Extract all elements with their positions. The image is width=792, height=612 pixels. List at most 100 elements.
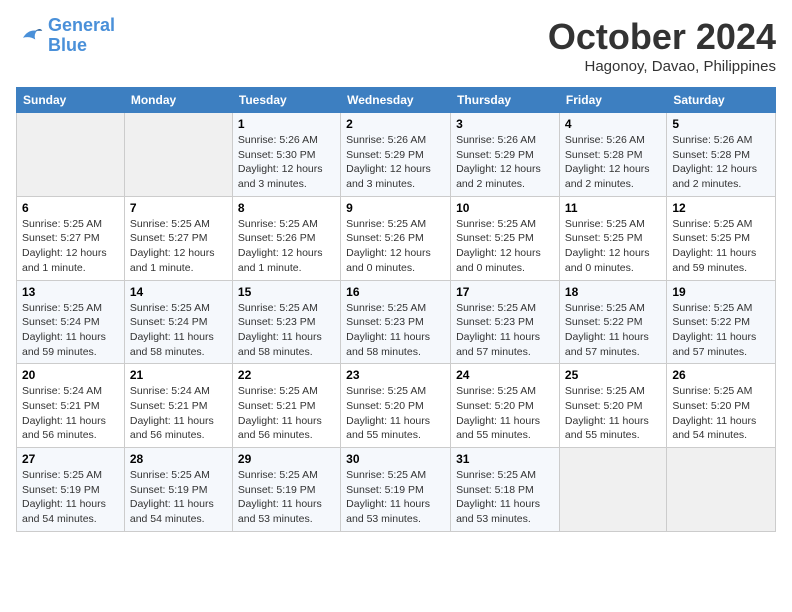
page-header: GeneralBlue October 2024 Hagonoy, Davao,…: [16, 16, 776, 75]
day-info: Sunrise: 5:25 AM Sunset: 5:20 PM Dayligh…: [456, 384, 554, 443]
day-info: Sunrise: 5:25 AM Sunset: 5:18 PM Dayligh…: [456, 468, 554, 527]
day-info: Sunrise: 5:25 AM Sunset: 5:19 PM Dayligh…: [346, 468, 445, 527]
day-info: Sunrise: 5:26 AM Sunset: 5:30 PM Dayligh…: [238, 133, 335, 192]
day-info: Sunrise: 5:25 AM Sunset: 5:20 PM Dayligh…: [565, 384, 661, 443]
calendar-cell: 3 Sunrise: 5:26 AM Sunset: 5:29 PM Daylig…: [451, 113, 560, 197]
month-title: October 2024: [548, 16, 776, 58]
day-number: 24: [456, 368, 554, 382]
day-number: 29: [238, 452, 335, 466]
day-info: Sunrise: 5:25 AM Sunset: 5:24 PM Dayligh…: [22, 301, 119, 360]
calendar-cell: 20 Sunrise: 5:24 AM Sunset: 5:21 PM Dayli…: [17, 364, 125, 448]
calendar-cell: 29Sunrise: 5:25 AM Sunset: 5:19 PM Dayli…: [232, 448, 340, 532]
calendar-cell: 10Sunrise: 5:25 AM Sunset: 5:25 PM Dayli…: [451, 196, 560, 280]
day-info: Sunrise: 5:25 AM Sunset: 5:20 PM Dayligh…: [346, 384, 445, 443]
weekday-header-tuesday: Tuesday: [232, 88, 340, 113]
day-info: Sunrise: 5:25 AM Sunset: 5:26 PM Dayligh…: [346, 217, 445, 276]
day-info: Sunrise: 5:24 AM Sunset: 5:21 PM Dayligh…: [22, 384, 119, 443]
calendar-cell: 30 Sunrise: 5:25 AM Sunset: 5:19 PM Dayli…: [341, 448, 451, 532]
day-number: 15: [238, 285, 335, 299]
day-number: 6: [22, 201, 119, 215]
calendar-cell: 9 Sunrise: 5:25 AM Sunset: 5:26 PM Daylig…: [341, 196, 451, 280]
day-info: Sunrise: 5:25 AM Sunset: 5:27 PM Dayligh…: [130, 217, 227, 276]
day-number: 7: [130, 201, 227, 215]
location: Hagonoy, Davao, Philippines: [548, 58, 776, 75]
day-info: Sunrise: 5:26 AM Sunset: 5:28 PM Dayligh…: [672, 133, 770, 192]
calendar-cell: 25 Sunrise: 5:25 AM Sunset: 5:20 PM Dayli…: [559, 364, 666, 448]
day-info: Sunrise: 5:26 AM Sunset: 5:29 PM Dayligh…: [346, 133, 445, 192]
day-info: Sunrise: 5:25 AM Sunset: 5:25 PM Dayligh…: [565, 217, 661, 276]
day-info: Sunrise: 5:25 AM Sunset: 5:24 PM Dayligh…: [130, 301, 227, 360]
calendar-cell: 28Sunrise: 5:25 AM Sunset: 5:19 PM Dayli…: [124, 448, 232, 532]
calendar-cell: 19Sunrise: 5:25 AM Sunset: 5:22 PM Dayli…: [667, 280, 776, 364]
calendar-cell: [667, 448, 776, 532]
calendar-cell: [124, 113, 232, 197]
weekday-header-wednesday: Wednesday: [341, 88, 451, 113]
calendar-week-3: 13Sunrise: 5:25 AM Sunset: 5:24 PM Dayli…: [17, 280, 776, 364]
day-number: 27: [22, 452, 119, 466]
day-number: 28: [130, 452, 227, 466]
day-info: Sunrise: 5:25 AM Sunset: 5:23 PM Dayligh…: [346, 301, 445, 360]
calendar-cell: 24 Sunrise: 5:25 AM Sunset: 5:20 PM Dayli…: [451, 364, 560, 448]
calendar-cell: 7 Sunrise: 5:25 AM Sunset: 5:27 PM Daylig…: [124, 196, 232, 280]
day-number: 12: [672, 201, 770, 215]
day-number: 20: [22, 368, 119, 382]
weekday-header-friday: Friday: [559, 88, 666, 113]
day-info: Sunrise: 5:25 AM Sunset: 5:23 PM Dayligh…: [238, 301, 335, 360]
calendar-cell: 26Sunrise: 5:25 AM Sunset: 5:20 PM Dayli…: [667, 364, 776, 448]
calendar-cell: 22 Sunrise: 5:25 AM Sunset: 5:21 PM Dayli…: [232, 364, 340, 448]
calendar-cell: [559, 448, 666, 532]
day-number: 18: [565, 285, 661, 299]
calendar-week-1: 1 Sunrise: 5:26 AM Sunset: 5:30 PM Daylig…: [17, 113, 776, 197]
day-info: Sunrise: 5:25 AM Sunset: 5:25 PM Dayligh…: [672, 217, 770, 276]
calendar-cell: 14Sunrise: 5:25 AM Sunset: 5:24 PM Dayli…: [124, 280, 232, 364]
calendar-cell: 1 Sunrise: 5:26 AM Sunset: 5:30 PM Daylig…: [232, 113, 340, 197]
day-info: Sunrise: 5:25 AM Sunset: 5:25 PM Dayligh…: [456, 217, 554, 276]
day-number: 19: [672, 285, 770, 299]
calendar-cell: 12 Sunrise: 5:25 AM Sunset: 5:25 PM Dayli…: [667, 196, 776, 280]
calendar-cell: 11 Sunrise: 5:25 AM Sunset: 5:25 PM Dayli…: [559, 196, 666, 280]
day-number: 30: [346, 452, 445, 466]
weekday-header-row: SundayMondayTuesdayWednesdayThursdayFrid…: [17, 88, 776, 113]
calendar-week-5: 27 Sunrise: 5:25 AM Sunset: 5:19 PM Dayli…: [17, 448, 776, 532]
day-info: Sunrise: 5:24 AM Sunset: 5:21 PM Dayligh…: [130, 384, 227, 443]
day-info: Sunrise: 5:25 AM Sunset: 5:26 PM Dayligh…: [238, 217, 335, 276]
calendar-cell: 31Sunrise: 5:25 AM Sunset: 5:18 PM Dayli…: [451, 448, 560, 532]
day-number: 17: [456, 285, 554, 299]
calendar-cell: 5 Sunrise: 5:26 AM Sunset: 5:28 PM Daylig…: [667, 113, 776, 197]
day-info: Sunrise: 5:25 AM Sunset: 5:21 PM Dayligh…: [238, 384, 335, 443]
day-info: Sunrise: 5:25 AM Sunset: 5:19 PM Dayligh…: [22, 468, 119, 527]
calendar-cell: 18 Sunrise: 5:25 AM Sunset: 5:22 PM Dayli…: [559, 280, 666, 364]
day-info: Sunrise: 5:25 AM Sunset: 5:20 PM Dayligh…: [672, 384, 770, 443]
calendar-cell: 21 Sunrise: 5:24 AM Sunset: 5:21 PM Dayli…: [124, 364, 232, 448]
day-number: 2: [346, 117, 445, 131]
weekday-header-monday: Monday: [124, 88, 232, 113]
day-number: 5: [672, 117, 770, 131]
weekday-header-saturday: Saturday: [667, 88, 776, 113]
day-info: Sunrise: 5:25 AM Sunset: 5:22 PM Dayligh…: [565, 301, 661, 360]
calendar-cell: [17, 113, 125, 197]
day-number: 22: [238, 368, 335, 382]
day-number: 21: [130, 368, 227, 382]
day-number: 1: [238, 117, 335, 131]
day-number: 8: [238, 201, 335, 215]
calendar-cell: 4 Sunrise: 5:26 AM Sunset: 5:28 PM Daylig…: [559, 113, 666, 197]
calendar-week-2: 6 Sunrise: 5:25 AM Sunset: 5:27 PM Daylig…: [17, 196, 776, 280]
calendar-cell: 2 Sunrise: 5:26 AM Sunset: 5:29 PM Daylig…: [341, 113, 451, 197]
calendar-cell: 17 Sunrise: 5:25 AM Sunset: 5:23 PM Dayli…: [451, 280, 560, 364]
day-number: 9: [346, 201, 445, 215]
day-info: Sunrise: 5:25 AM Sunset: 5:27 PM Dayligh…: [22, 217, 119, 276]
logo-text: GeneralBlue: [48, 16, 115, 56]
calendar-cell: 23Sunrise: 5:25 AM Sunset: 5:20 PM Dayli…: [341, 364, 451, 448]
day-number: 3: [456, 117, 554, 131]
calendar-body: 1 Sunrise: 5:26 AM Sunset: 5:30 PM Daylig…: [17, 113, 776, 532]
day-info: Sunrise: 5:26 AM Sunset: 5:29 PM Dayligh…: [456, 133, 554, 192]
day-number: 4: [565, 117, 661, 131]
day-number: 25: [565, 368, 661, 382]
day-number: 11: [565, 201, 661, 215]
title-block: October 2024 Hagonoy, Davao, Philippines: [548, 16, 776, 75]
calendar-table: SundayMondayTuesdayWednesdayThursdayFrid…: [16, 87, 776, 532]
calendar-cell: 27 Sunrise: 5:25 AM Sunset: 5:19 PM Dayli…: [17, 448, 125, 532]
calendar-cell: 16Sunrise: 5:25 AM Sunset: 5:23 PM Dayli…: [341, 280, 451, 364]
day-info: Sunrise: 5:25 AM Sunset: 5:23 PM Dayligh…: [456, 301, 554, 360]
day-info: Sunrise: 5:26 AM Sunset: 5:28 PM Dayligh…: [565, 133, 661, 192]
